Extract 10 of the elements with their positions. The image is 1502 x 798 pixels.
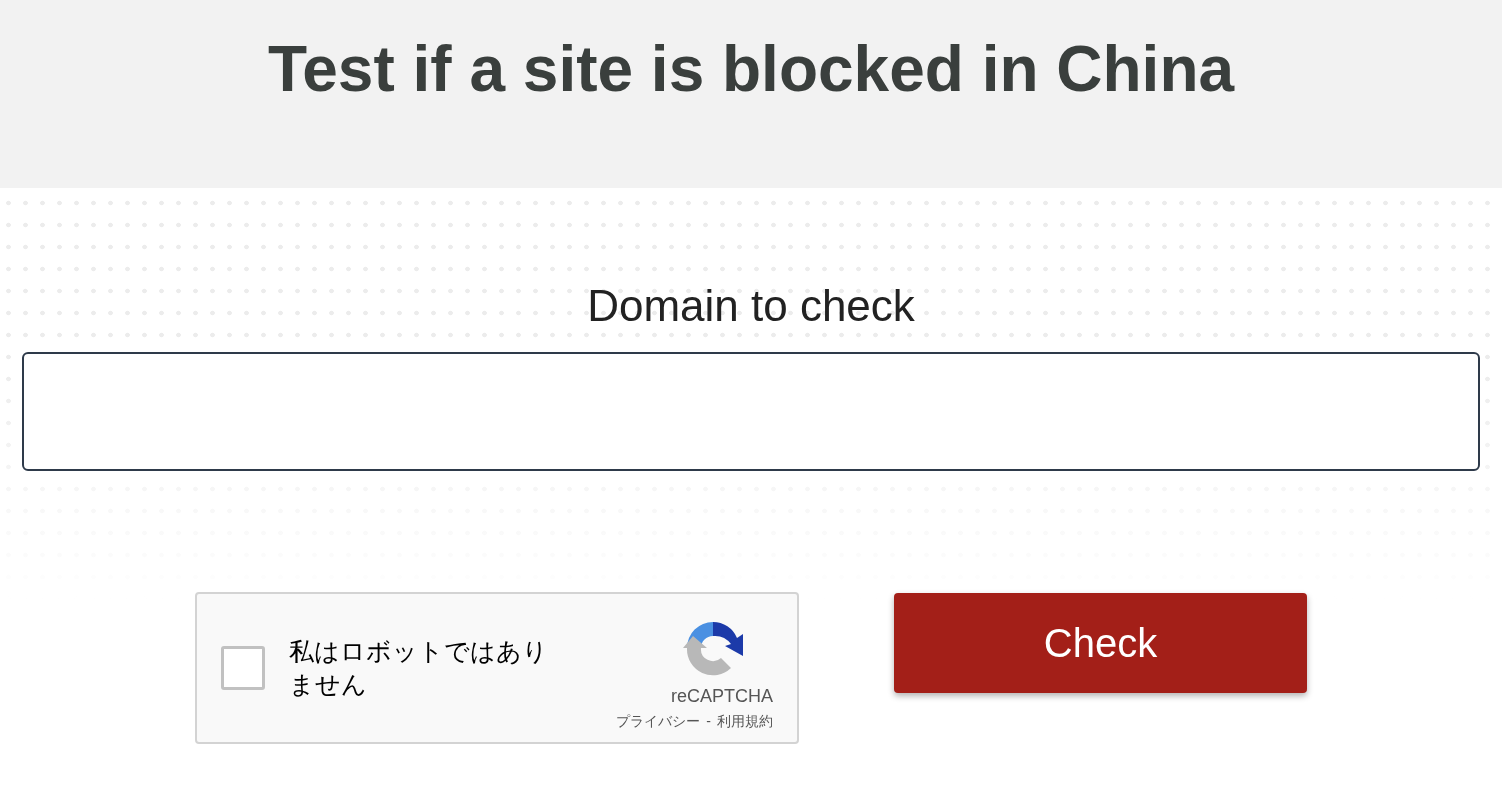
page-title: Test if a site is blocked in China (267, 32, 1235, 107)
domain-input[interactable] (22, 352, 1480, 471)
checkbox[interactable] (221, 646, 265, 690)
brand-text: reCAPTCHA (671, 685, 773, 707)
check-button[interactable]: Check (894, 593, 1307, 693)
field-label: Domain to check (587, 280, 915, 332)
captcha-label: 私はロボットではありません (289, 636, 549, 700)
privacy-link[interactable]: プライバシー (616, 712, 701, 731)
separator-text: - (706, 712, 711, 731)
terms-link[interactable]: 利用規約 (717, 712, 773, 731)
